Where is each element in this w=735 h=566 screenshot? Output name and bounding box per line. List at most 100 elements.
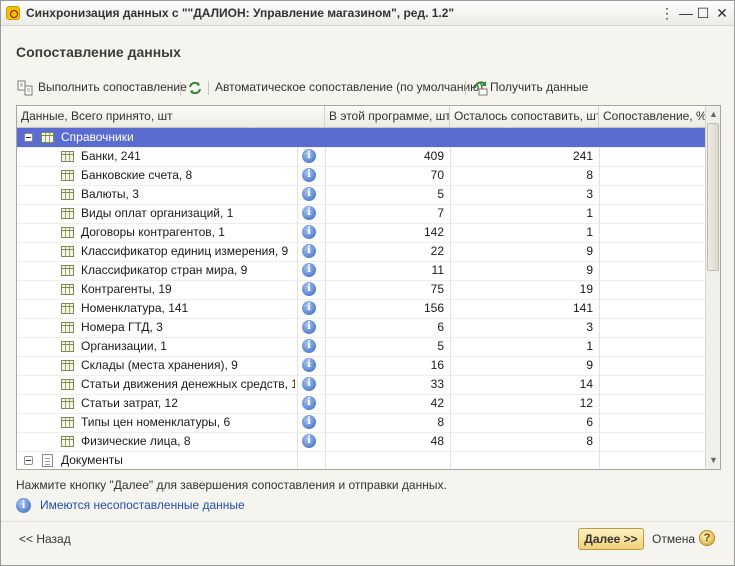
info-icon[interactable]: i bbox=[302, 187, 316, 201]
minimize-button[interactable]: — bbox=[678, 5, 694, 21]
info-icon[interactable]: i bbox=[302, 263, 316, 277]
row-name: Банки, 241 bbox=[81, 149, 141, 163]
row-name: Номенклатура, 141 bbox=[81, 301, 189, 315]
close-button[interactable]: ✕ bbox=[714, 5, 730, 21]
table-row[interactable]: Банковские счета, 8 i 70 8 bbox=[17, 166, 705, 186]
table-icon bbox=[61, 227, 74, 238]
in-program-value: 6 bbox=[437, 320, 444, 334]
table-icon bbox=[61, 284, 74, 295]
row-name: Номера ГТД, 3 bbox=[81, 320, 163, 334]
table-row[interactable]: Классификатор единиц измерения, 9 i 22 9 bbox=[17, 242, 705, 262]
table-row[interactable]: Валюты, 3 i 5 3 bbox=[17, 185, 705, 205]
table-row[interactable]: Склады (места хранения), 9 i 16 9 bbox=[17, 356, 705, 376]
column-header-in-program[interactable]: В этой программе, шт bbox=[325, 106, 450, 127]
cell-divider bbox=[297, 185, 298, 204]
percent-value bbox=[599, 432, 705, 451]
info-icon[interactable]: i bbox=[302, 339, 316, 353]
collapse-toggle-icon[interactable] bbox=[24, 133, 33, 142]
document-icon bbox=[42, 454, 53, 467]
column-header-percent[interactable]: Сопоставление, % bbox=[599, 106, 705, 127]
page-title: Сопоставление данных bbox=[16, 44, 181, 60]
refresh-icon bbox=[189, 81, 201, 95]
remaining-value: 19 bbox=[579, 282, 593, 296]
get-data-label: Получить данные bbox=[490, 80, 589, 94]
info-icon[interactable]: i bbox=[302, 377, 316, 391]
catalog-group-icon bbox=[41, 132, 54, 143]
table-row[interactable]: Номенклатура, 141 i 156 141 bbox=[17, 299, 705, 319]
table-icon bbox=[61, 208, 74, 219]
cell-divider bbox=[297, 394, 298, 413]
table-icon bbox=[61, 170, 74, 181]
toolbar-divider bbox=[180, 81, 181, 95]
scroll-thumb[interactable] bbox=[707, 123, 719, 271]
help-icon[interactable]: ? bbox=[699, 530, 715, 546]
window-title: Синхронизация данных с ""ДАЛИОН: Управле… bbox=[26, 6, 455, 20]
in-program-value: 409 bbox=[423, 149, 444, 163]
column-header-remaining[interactable]: Осталось сопоставить, шт bbox=[450, 106, 599, 127]
info-icon[interactable]: i bbox=[302, 168, 316, 182]
scroll-up-icon[interactable]: ▲ bbox=[706, 106, 720, 122]
column-header-data[interactable]: Данные, Всего принято, шт bbox=[17, 106, 325, 127]
percent-value bbox=[599, 356, 705, 375]
unmatched-data-link[interactable]: Имеются несопоставленные данные bbox=[40, 498, 245, 512]
toolbar-divider bbox=[465, 81, 466, 95]
info-icon[interactable]: i bbox=[302, 282, 316, 296]
info-icon[interactable]: i bbox=[302, 301, 316, 315]
table-icon bbox=[61, 379, 74, 390]
table-row[interactable]: Физические лица, 8 i 48 8 bbox=[17, 432, 705, 452]
percent-value bbox=[599, 223, 705, 242]
cell-divider bbox=[297, 223, 298, 242]
group-row-catalogs[interactable]: Справочники bbox=[17, 128, 705, 148]
info-icon[interactable]: i bbox=[302, 434, 316, 448]
table-row[interactable]: Договоры контрагентов, 1 i 142 1 bbox=[17, 223, 705, 243]
row-name: Классификатор единиц измерения, 9 bbox=[81, 244, 289, 258]
remaining-value: 1 bbox=[586, 225, 593, 239]
info-icon[interactable]: i bbox=[302, 206, 316, 220]
table-row[interactable]: Виды оплат организаций, 1 i 7 1 bbox=[17, 204, 705, 224]
percent-value bbox=[599, 337, 705, 356]
table-row[interactable]: Классификатор стран мира, 9 i 11 9 bbox=[17, 261, 705, 281]
vertical-scrollbar[interactable]: ▲ ▼ bbox=[705, 106, 720, 469]
in-program-value: 5 bbox=[437, 187, 444, 201]
menu-dots-button[interactable]: ⋮ bbox=[659, 5, 675, 21]
in-program-value: 16 bbox=[430, 358, 444, 372]
table-row[interactable]: Организации, 1 i 5 1 bbox=[17, 337, 705, 357]
group-label: Справочники bbox=[61, 130, 134, 144]
group-row-documents[interactable]: Документы bbox=[17, 451, 705, 469]
row-name: Статьи движения денежных средств, 14 bbox=[81, 377, 295, 391]
cell-divider bbox=[297, 166, 298, 185]
in-program-value: 42 bbox=[430, 396, 444, 410]
in-program-value: 5 bbox=[437, 339, 444, 353]
info-icon[interactable]: i bbox=[302, 225, 316, 239]
refresh-button[interactable] bbox=[185, 78, 205, 98]
cancel-button[interactable]: Отмена bbox=[652, 532, 695, 546]
info-icon[interactable]: i bbox=[302, 358, 316, 372]
cell-divider bbox=[297, 204, 298, 223]
info-icon: i bbox=[16, 498, 31, 513]
table-row[interactable]: Типы цен номенклатуры, 6 i 8 6 bbox=[17, 413, 705, 433]
remaining-value: 8 bbox=[586, 168, 593, 182]
collapse-toggle-icon[interactable] bbox=[24, 456, 33, 465]
remaining-value: 9 bbox=[586, 358, 593, 372]
row-name: Контрагенты, 19 bbox=[81, 282, 172, 296]
toolbar-divider bbox=[208, 81, 209, 95]
info-icon[interactable]: i bbox=[302, 396, 316, 410]
info-icon[interactable]: i bbox=[302, 244, 316, 258]
table-row[interactable]: Контрагенты, 19 i 75 19 bbox=[17, 280, 705, 300]
maximize-button[interactable]: ☐ bbox=[695, 5, 711, 21]
row-name: Классификатор стран мира, 9 bbox=[81, 263, 248, 277]
scroll-down-icon[interactable]: ▼ bbox=[706, 452, 720, 468]
info-icon[interactable]: i bbox=[302, 320, 316, 334]
next-button[interactable]: Далее >> bbox=[578, 528, 644, 550]
info-icon[interactable]: i bbox=[302, 415, 316, 429]
table-row[interactable]: Статьи движения денежных средств, 14 i 33 1… bbox=[17, 375, 705, 395]
remaining-value: 241 bbox=[572, 149, 593, 163]
table-row[interactable]: Статьи затрат, 12 i 42 12 bbox=[17, 394, 705, 414]
table-row[interactable]: Банки, 241 i 409 241 bbox=[17, 147, 705, 167]
footer-divider bbox=[1, 521, 734, 522]
back-button[interactable]: << Назад bbox=[19, 532, 71, 546]
auto-matching-button[interactable]: Автоматическое сопоставление (по умолчан… bbox=[215, 78, 483, 98]
info-icon[interactable]: i bbox=[302, 149, 316, 163]
remaining-value: 141 bbox=[572, 301, 593, 315]
table-row[interactable]: Номера ГТД, 3 i 6 3 bbox=[17, 318, 705, 338]
